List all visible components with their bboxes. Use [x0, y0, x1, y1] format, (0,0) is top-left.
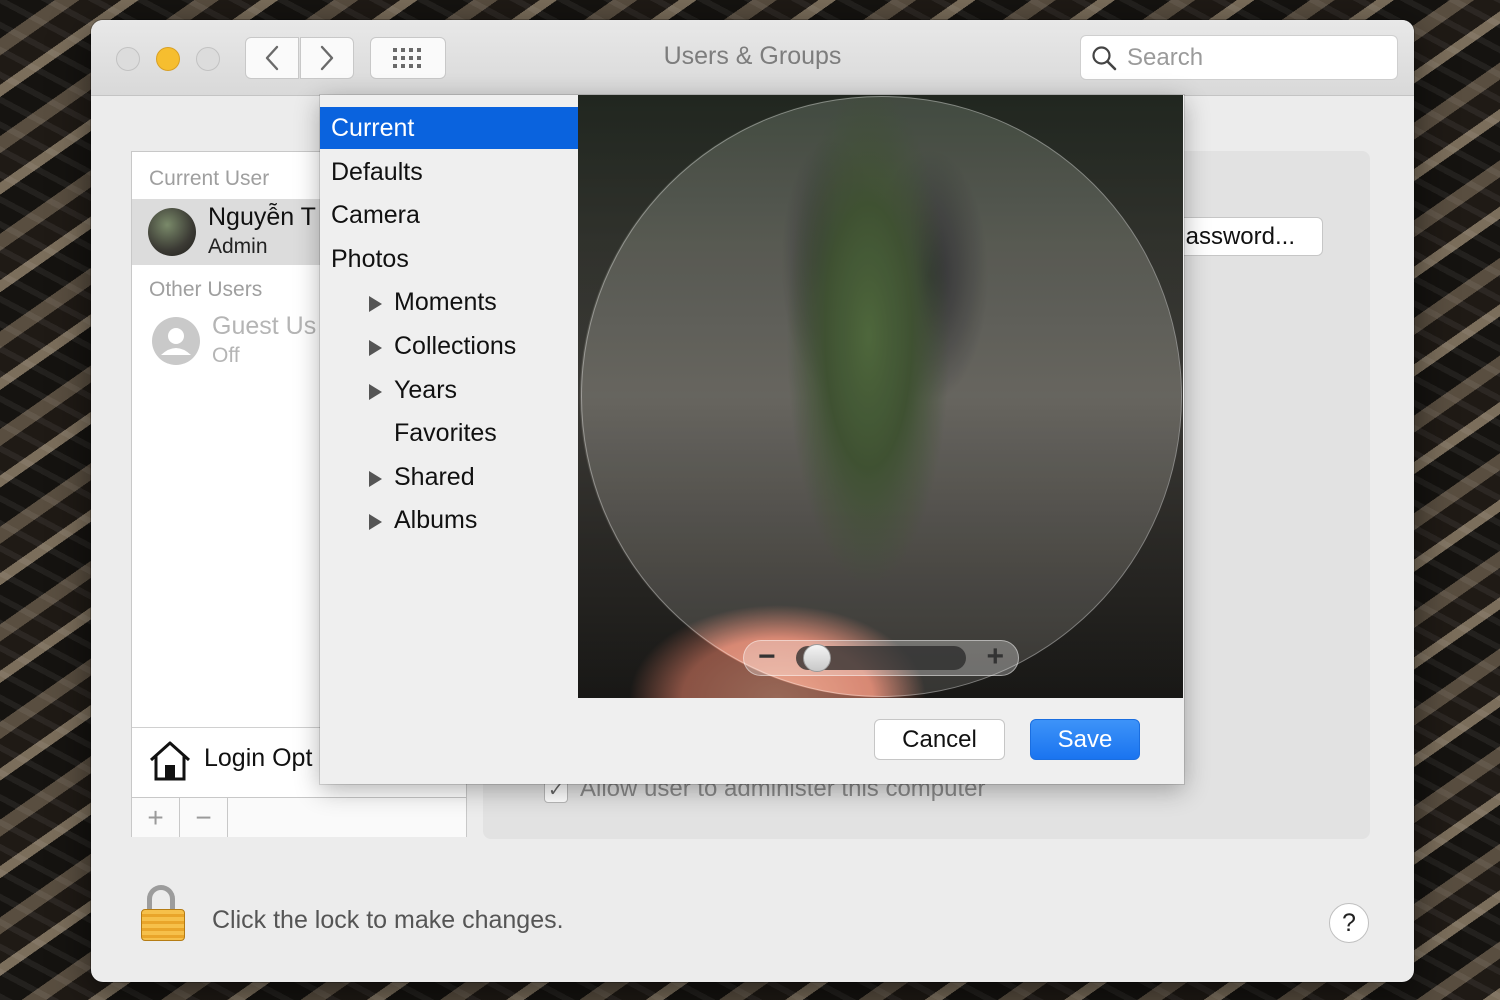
source-item-label: Favorites	[394, 419, 497, 448]
add-remove-bar: + −	[132, 797, 466, 837]
source-item-albums[interactable]: Albums	[320, 499, 578, 541]
minimize-window-button[interactable]	[156, 47, 180, 71]
source-item-label: Shared	[394, 462, 475, 491]
source-item-photos[interactable]: Photos	[320, 238, 578, 280]
cancel-button[interactable]: Cancel	[874, 719, 1005, 760]
add-user-button[interactable]: +	[132, 798, 180, 837]
zoom-in-icon[interactable]: +	[986, 642, 1004, 672]
disclosure-triangle-icon[interactable]	[369, 514, 382, 531]
source-item-defaults[interactable]: Defaults	[320, 151, 578, 193]
picture-source-list: Current Defaults Camera Photos Moments Collec…	[320, 95, 578, 784]
picture-picker-sheet: Current Defaults Camera Photos Moments Collec…	[320, 95, 1184, 784]
zoom-window-button[interactable]	[196, 47, 220, 71]
source-item-years[interactable]: Years	[320, 369, 578, 411]
search-icon	[1092, 45, 1117, 70]
disclosure-triangle-icon[interactable]	[369, 470, 382, 487]
guest-avatar-icon	[152, 317, 200, 365]
source-item-moments[interactable]: Moments	[320, 281, 578, 323]
show-all-button[interactable]	[370, 37, 446, 79]
zoom-slider[interactable]	[796, 644, 966, 672]
disclosure-triangle-icon[interactable]	[369, 296, 382, 313]
search-field[interactable]	[1080, 35, 1398, 80]
crop-circle[interactable]	[581, 96, 1182, 697]
current-user-name: Nguyễn T	[208, 203, 316, 231]
photo-preview[interactable]: − +	[578, 95, 1183, 698]
source-item-collections[interactable]: Collections	[320, 325, 578, 367]
lock-icon[interactable]	[139, 885, 187, 945]
back-button[interactable]	[245, 37, 299, 79]
login-options-label: Login Opt	[204, 744, 313, 772]
source-item-label: Moments	[394, 288, 497, 317]
disclosure-triangle-icon[interactable]	[369, 340, 382, 356]
help-button[interactable]: ?	[1329, 903, 1369, 943]
zoom-control: − +	[743, 640, 1019, 676]
chevron-right-icon	[320, 45, 334, 71]
other-users-header: Other Users	[149, 278, 263, 301]
guest-user-name: Guest Us	[212, 312, 317, 340]
save-button[interactable]: Save	[1030, 719, 1140, 760]
source-item-label: Defaults	[331, 157, 423, 186]
search-input[interactable]	[1125, 42, 1389, 73]
chevron-left-icon	[265, 45, 279, 71]
current-user-role: Admin	[208, 235, 268, 258]
lock-message: Click the lock to make changes.	[212, 906, 564, 934]
source-item-shared[interactable]: Shared	[320, 456, 578, 498]
source-item-camera[interactable]: Camera	[320, 194, 578, 236]
forward-button[interactable]	[300, 37, 354, 79]
zoom-slider-knob[interactable]	[803, 644, 832, 672]
avatar	[148, 208, 196, 256]
house-icon	[149, 741, 191, 781]
users-groups-window: Users & Groups Current User Nguyễn T Adm…	[91, 20, 1414, 982]
source-item-label: Years	[394, 375, 458, 404]
disclosure-triangle-icon[interactable]	[369, 383, 382, 400]
source-item-favorites[interactable]: Favorites	[320, 412, 578, 454]
source-item-label: Current	[331, 114, 415, 142]
zoom-out-icon[interactable]: −	[758, 642, 776, 672]
source-item-label: Collections	[394, 332, 517, 360]
source-item-current[interactable]: Current	[320, 107, 578, 149]
title-bar: Users & Groups	[91, 20, 1414, 96]
current-user-header: Current User	[149, 167, 270, 190]
grid-icon	[393, 48, 421, 68]
close-window-button[interactable]	[116, 47, 140, 71]
source-item-label: Photos	[331, 244, 409, 273]
window-title: Users & Groups	[663, 42, 842, 70]
remove-user-button[interactable]: −	[180, 798, 228, 837]
source-item-label: Camera	[331, 201, 420, 230]
guest-user-status: Off	[212, 344, 240, 367]
source-item-label: Albums	[394, 506, 478, 535]
